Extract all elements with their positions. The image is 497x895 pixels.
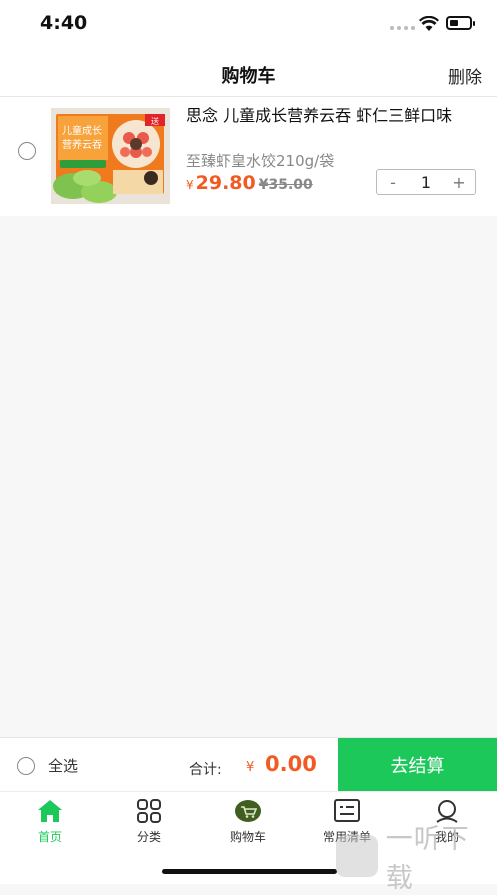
delete-button[interactable]: 删除: [448, 63, 482, 88]
product-price: 29.80: [195, 172, 256, 194]
cart-item: 送 儿童成长 营养云吞 思念 儿童成长营养云吞 虾仁三鲜口味 至臻虾皇水饺210…: [0, 97, 497, 216]
total-label: 合计:: [189, 762, 222, 778]
select-all-toggle[interactable]: 全选: [17, 755, 78, 776]
item-select-radio[interactable]: [18, 142, 36, 160]
box-title-line2: 营养云吞: [62, 138, 102, 151]
increase-quantity-button[interactable]: +: [443, 173, 475, 192]
tab-category-label: 分类: [136, 830, 161, 844]
product-image[interactable]: 送 儿童成长 营养云吞: [51, 108, 170, 204]
list-icon: [334, 799, 360, 822]
quantity-value[interactable]: 1: [409, 173, 443, 192]
watermark-logo: [336, 835, 378, 877]
price-row: ¥ 29.80 ¥35.00: [186, 172, 313, 194]
tab-cart-label: 购物车: [229, 830, 266, 844]
original-price: ¥35.00: [258, 177, 313, 193]
product-subtitle: 至臻虾皇水饺210g/袋: [186, 152, 335, 170]
quantity-stepper: - 1 +: [376, 169, 476, 195]
tab-home-label: 首页: [37, 830, 62, 844]
product-image-art: 送 儿童成长 营养云吞: [51, 108, 170, 204]
checkout-button[interactable]: 去结算: [338, 738, 497, 792]
tab-cart[interactable]: 购物车: [208, 798, 288, 845]
home-indicator: [162, 869, 337, 874]
page-title: 购物车: [221, 66, 276, 87]
tab-category[interactable]: 分类: [109, 798, 189, 845]
watermark: 一听下载: [336, 824, 497, 894]
status-bar: 4:40: [0, 0, 497, 50]
watermark-text: 一听下载: [385, 824, 470, 894]
status-time: 4:40: [40, 12, 88, 34]
nav-bar: 购物车 删除: [0, 50, 497, 97]
total-currency: ¥: [246, 760, 255, 775]
home-icon: [38, 800, 62, 822]
cellular-signal-icon: [390, 26, 415, 30]
checkout-bar: 全选 合计: ¥ 0.00 去结算: [0, 737, 497, 792]
category-grid-icon: [137, 799, 161, 823]
battery-icon: [446, 16, 475, 30]
select-all-label: 全选: [48, 757, 79, 775]
wifi-icon: [419, 16, 439, 31]
total-amount: 0.00: [265, 752, 317, 776]
price-currency: ¥: [186, 178, 194, 192]
gift-badge-text: 送: [151, 116, 159, 126]
product-title[interactable]: 思念 儿童成长营养云吞 虾仁三鲜口味: [186, 105, 476, 126]
tab-home[interactable]: 首页: [10, 798, 90, 845]
box-title-line1: 儿童成长: [62, 124, 102, 137]
select-all-radio[interactable]: [17, 756, 35, 775]
cart-icon: [235, 800, 261, 822]
decrease-quantity-button[interactable]: -: [377, 173, 409, 192]
